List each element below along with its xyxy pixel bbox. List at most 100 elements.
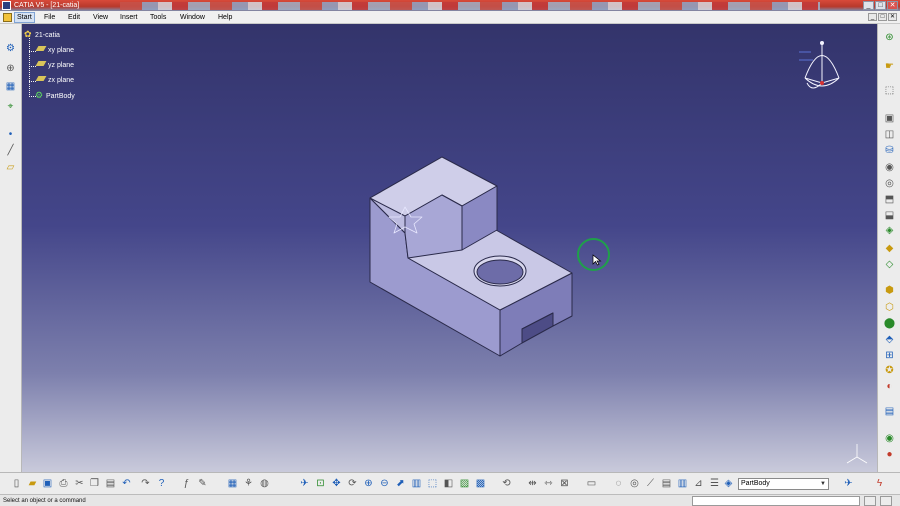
rib-icon[interactable]: ⬒ [883, 193, 896, 206]
hand-pointer-icon[interactable]: ☛ [883, 60, 896, 73]
fillet-icon[interactable]: ◈ [883, 224, 896, 237]
new-icon[interactable]: ▯ [10, 477, 23, 490]
pad-icon[interactable]: ▣ [883, 112, 896, 125]
axis-system-icon[interactable]: ◌ [612, 477, 625, 490]
list-bottom-icon[interactable]: ☰ [708, 477, 721, 490]
menu-insert[interactable]: Insert [120, 13, 138, 22]
workbench-icon[interactable]: ⊛ [883, 31, 896, 44]
document-icon[interactable] [3, 13, 12, 22]
hole-icon[interactable]: ◎ [883, 177, 896, 190]
maximize-button[interactable]: □ [875, 1, 886, 10]
knowledge-icon[interactable]: ● [883, 448, 896, 461]
grid-icon[interactable]: ▦ [4, 80, 17, 93]
plane-icon[interactable]: ▱ [4, 161, 17, 174]
point-icon[interactable]: • [4, 128, 17, 141]
tree-item-partbody[interactable]: ⚙ PartBody [35, 91, 75, 101]
measure-between-icon[interactable]: ⇹ [526, 477, 539, 490]
analysis-icon[interactable]: ◐ [883, 380, 896, 393]
scale-icon[interactable]: ⬤ [883, 317, 896, 330]
reference-icon[interactable]: ⊕ [4, 62, 17, 75]
draft-icon[interactable]: ◇ [883, 258, 896, 271]
web-icon[interactable]: ◍ [258, 477, 271, 490]
menu-start[interactable]: Start [14, 12, 35, 23]
plane-bottom-icon[interactable]: ▤ [660, 477, 673, 490]
hide-show-icon[interactable]: ▨ [458, 477, 471, 490]
update-icon[interactable]: ⟲ [500, 477, 513, 490]
close-button[interactable]: ✕ [887, 1, 898, 10]
menu-window[interactable]: Window [180, 13, 205, 22]
mirror-icon[interactable]: ⬢ [883, 284, 896, 297]
constraint-icon[interactable]: ⌖ [4, 100, 17, 113]
redo-icon[interactable]: ↷ [139, 477, 152, 490]
transform-icon[interactable]: ⬘ [883, 333, 896, 346]
boolean-icon[interactable]: ⊞ [883, 349, 896, 362]
save-icon[interactable]: ▣ [41, 477, 54, 490]
pocket-icon[interactable]: ◫ [883, 128, 896, 141]
render-icon[interactable]: ◉ [883, 432, 896, 445]
cut-icon[interactable]: ✂ [73, 477, 86, 490]
line-icon[interactable]: ╱ [4, 144, 17, 157]
render-style-icon[interactable]: ◧ [442, 477, 455, 490]
insert-body-icon[interactable]: ◈ [722, 477, 735, 490]
catalog-icon[interactable]: ⚘ [242, 477, 255, 490]
doc-close-button[interactable]: ✕ [888, 13, 897, 21]
apply-material-bottom-icon[interactable]: ▭ [585, 477, 598, 490]
shaft-icon[interactable]: ⛁ [883, 144, 896, 157]
print-icon[interactable]: ⎙ [57, 477, 70, 490]
sketch-icon[interactable]: ⬚ [883, 84, 896, 97]
rotate-icon[interactable]: ⟳ [346, 477, 359, 490]
copy-icon[interactable]: ❐ [88, 477, 101, 490]
menu-file[interactable]: File [44, 13, 55, 22]
3d-viewport[interactable] [22, 24, 877, 472]
apply-material-icon[interactable]: ▤ [883, 405, 896, 418]
whats-this-icon[interactable]: ? [155, 477, 168, 490]
measure-item-icon[interactable]: ⇿ [542, 477, 555, 490]
iso-view-icon[interactable]: ▥ [410, 477, 423, 490]
doc-minimize-button[interactable]: _ [868, 13, 877, 21]
pattern-icon[interactable]: ⬡ [883, 301, 896, 314]
compass-icon[interactable] [797, 38, 847, 108]
zoom-in-icon[interactable]: ⊕ [362, 477, 375, 490]
catia-app-icon [2, 1, 11, 10]
swap-space-icon[interactable]: ▩ [474, 477, 487, 490]
menu-view[interactable]: View [93, 13, 108, 22]
tree-item-zx-plane[interactable]: zx plane [35, 76, 74, 85]
status-button-1[interactable] [864, 496, 876, 506]
normal-view-icon[interactable]: ⬈ [394, 477, 407, 490]
point-bottom-icon[interactable]: ◎ [628, 477, 641, 490]
tree-item-xy-plane[interactable]: xy plane [35, 46, 74, 55]
measure-inertia-icon[interactable]: ⊠ [558, 477, 571, 490]
body-bottom-icon[interactable]: ⊿ [692, 477, 705, 490]
status-button-2[interactable] [880, 496, 892, 506]
minimize-button[interactable]: _ [863, 1, 874, 10]
tree-item-yz-plane[interactable]: yz plane [35, 61, 75, 70]
measure-icon[interactable]: ✪ [883, 364, 896, 377]
slot-icon[interactable]: ⬓ [883, 209, 896, 222]
undo-icon[interactable]: ↶ [120, 477, 133, 490]
tree-root[interactable]: ✿ 21-catia [24, 30, 60, 40]
formula-icon[interactable]: ƒ [180, 477, 193, 490]
zoom-out-icon[interactable]: ⊖ [378, 477, 391, 490]
line-bottom-icon[interactable]: ⟋ [644, 477, 657, 490]
doc-restore-button[interactable]: □ [878, 13, 887, 21]
command-input[interactable] [692, 496, 860, 506]
open-icon[interactable]: ▰ [26, 477, 39, 490]
chamfer-icon[interactable]: ◆ [883, 242, 896, 255]
comment-icon[interactable]: ✎ [196, 477, 209, 490]
fly-mode-icon[interactable]: ✈ [298, 477, 311, 490]
part-model[interactable] [22, 24, 877, 472]
menu-tools[interactable]: Tools [150, 13, 166, 22]
local-editor-icon[interactable]: ✈ [842, 477, 855, 490]
fit-all-icon[interactable]: ⊡ [314, 477, 327, 490]
table-icon[interactable]: ▦ [226, 477, 239, 490]
groove-icon[interactable]: ◉ [883, 161, 896, 174]
views-icon[interactable]: ⬚ [426, 477, 439, 490]
boolean-bottom-icon[interactable]: ▥ [676, 477, 689, 490]
sketcher-icon[interactable]: ⚙ [4, 42, 17, 55]
menu-edit[interactable]: Edit [68, 13, 80, 22]
menu-help[interactable]: Help [218, 13, 232, 22]
pan-icon[interactable]: ✥ [330, 477, 343, 490]
paste-icon[interactable]: ▤ [104, 477, 117, 490]
body-select-dropdown[interactable]: PartBody ▼ [738, 478, 829, 490]
tree-item-label: yz plane [48, 62, 75, 69]
